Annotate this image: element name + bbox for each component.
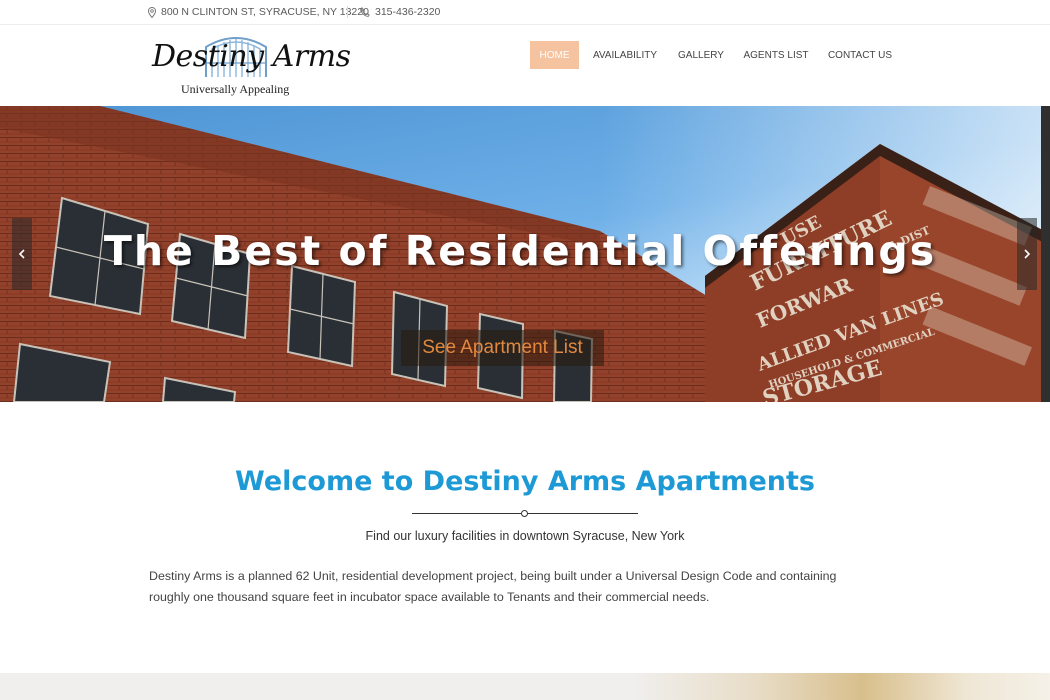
phone-item[interactable]: 315-436-2320 [360,0,440,24]
divider-dot [521,510,528,517]
address-text: 800 N CLINTON ST, SYRACUSE, NY 13220 [161,6,369,18]
logo-tagline: Universally Appealing [181,82,290,96]
nav-home[interactable]: HOME [530,41,579,69]
logo-name: Destiny Arms [152,39,351,74]
nav-contact-us[interactable]: CONTACT US [827,41,893,69]
phone-icon [360,7,370,17]
next-section-image [633,673,1050,700]
chevron-left-icon [18,249,25,259]
welcome-title: Welcome to Destiny Arms Apartments [235,466,815,497]
welcome-subtitle: Find our luxury facilities in downtown S… [365,529,685,543]
slider-prev-button[interactable] [12,218,32,290]
topbar-separator [347,6,348,18]
hero-slider: USE FURNITURE FORWAR & DIST ALLIED VAN L… [0,106,1050,402]
hero-title: The Best of Residential Offerings [103,227,937,275]
chevron-right-icon [1024,249,1031,259]
page-scrollbar[interactable] [1041,106,1050,402]
section-divider [412,509,638,519]
phone-text[interactable]: 315-436-2320 [375,6,440,18]
map-pin-icon [148,6,156,18]
logo[interactable]: Destiny Arms Universally Appealing [148,29,351,99]
top-contact-bar: 800 N CLINTON ST, SYRACUSE, NY 13220 315… [0,0,1050,25]
welcome-body: Destiny Arms is a planned 62 Unit, resid… [149,569,837,604]
see-apartment-list-button[interactable]: See Apartment List [401,330,604,366]
slider-next-button[interactable] [1017,218,1037,290]
nav-availability[interactable]: AVAILABILITY [590,41,660,69]
site-header: Destiny Arms Universally Appealing HOME … [0,25,1050,106]
nav-gallery[interactable]: GALLERY [675,41,727,69]
address-item: 800 N CLINTON ST, SYRACUSE, NY 13220 [148,0,369,24]
nav-agents-list[interactable]: AGENTS LIST [743,41,809,69]
